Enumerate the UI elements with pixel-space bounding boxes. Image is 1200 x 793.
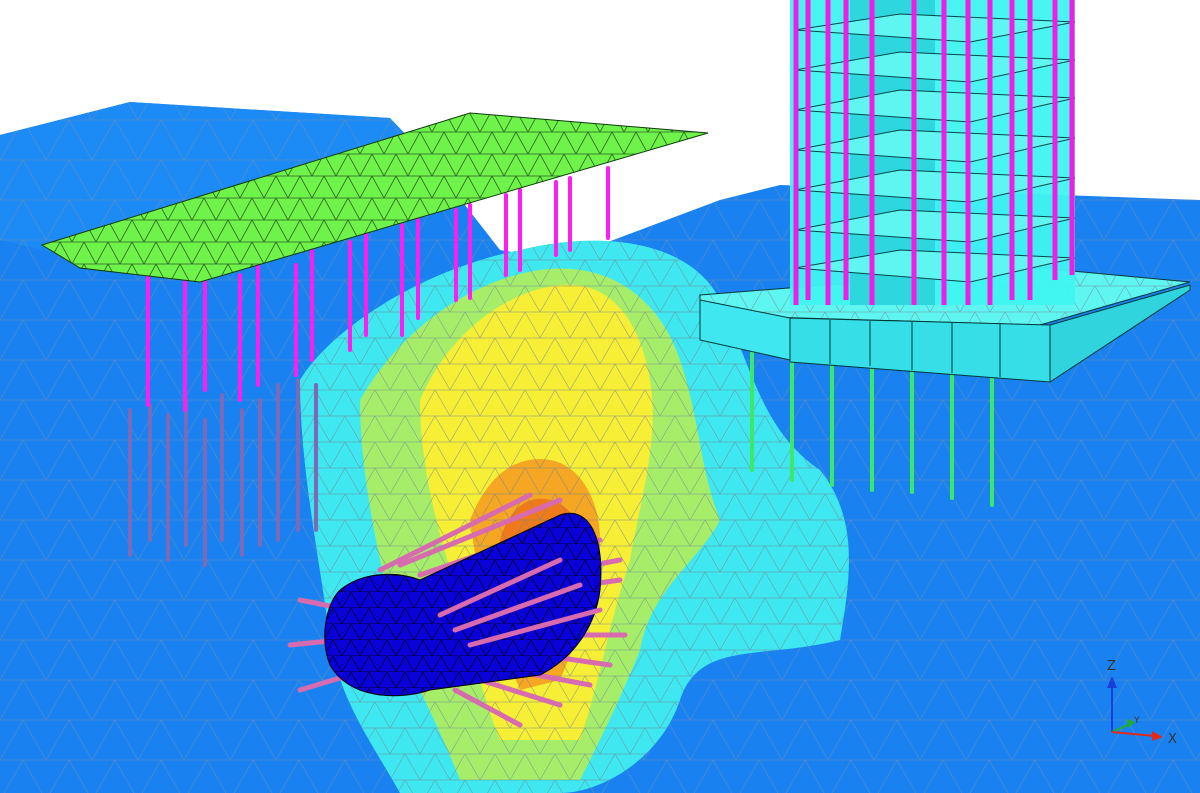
y-axis-label: Y <box>1133 716 1140 726</box>
x-axis-label: X <box>1168 732 1177 747</box>
z-axis-label: Z <box>1107 659 1116 674</box>
3d-scene[interactable]: Z Y X <box>0 0 1200 793</box>
model-viewport[interactable]: Z Y X <box>0 0 1200 793</box>
